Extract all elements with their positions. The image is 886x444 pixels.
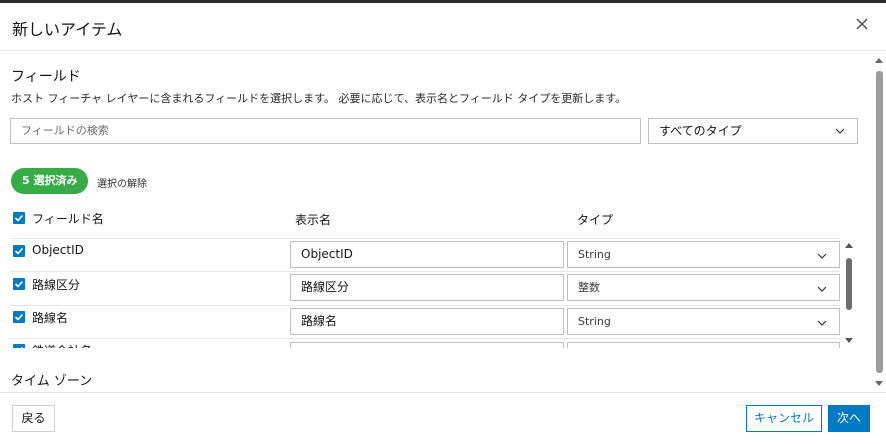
selected-count-badge[interactable]: 5 選択済み xyxy=(11,168,89,194)
type-filter-select[interactable]: すべてのタイプ xyxy=(648,118,858,144)
table-scrollbar-thumb[interactable] xyxy=(846,258,852,310)
field-type-value: String xyxy=(578,248,611,261)
column-header-display-name: 表示名 xyxy=(295,213,332,227)
fields-section-title: フィールド xyxy=(11,69,81,85)
check-icon xyxy=(14,247,24,255)
chevron-down-icon xyxy=(817,286,827,292)
row-divider xyxy=(10,305,840,306)
close-icon[interactable] xyxy=(854,16,870,32)
type-filter-value: すべてのタイプ xyxy=(659,124,742,138)
field-type-value: String xyxy=(578,315,611,328)
back-button[interactable]: 戻る xyxy=(12,405,55,432)
timezone-section-title: タイム ゾーン xyxy=(11,374,93,389)
dialog-title: 新しいアイテム xyxy=(12,20,123,39)
table-clip-mask xyxy=(0,348,842,392)
clear-selection-link[interactable]: 選択の解除 xyxy=(97,175,147,190)
row-field-name: ObjectID xyxy=(32,243,84,257)
scroll-down-icon[interactable] xyxy=(845,338,853,344)
scroll-up-icon[interactable] xyxy=(875,57,883,63)
table-scrollbar[interactable] xyxy=(843,242,855,344)
field-search-input[interactable]: フィールドの検索 xyxy=(10,118,641,144)
cancel-button[interactable]: キャンセル xyxy=(746,405,822,432)
check-icon xyxy=(14,214,24,222)
row-divider xyxy=(10,238,840,239)
display-name-input[interactable]: ObjectID xyxy=(290,241,564,268)
row-checkbox[interactable] xyxy=(13,278,25,290)
select-all-checkbox[interactable] xyxy=(13,212,25,224)
display-name-input[interactable]: 路線名 xyxy=(290,308,564,335)
column-header-type: タイプ xyxy=(577,213,614,227)
dialog-scrollbar-thumb[interactable] xyxy=(876,71,883,373)
display-name-input[interactable]: 路線区分 xyxy=(290,274,564,301)
row-field-name: 路線区分 xyxy=(32,278,81,292)
row-field-name: 路線名 xyxy=(32,311,69,325)
check-icon xyxy=(14,280,24,288)
next-button[interactable]: 次へ xyxy=(828,405,870,432)
chevron-down-icon xyxy=(817,253,827,259)
column-header-field-name[interactable]: フィールド名 xyxy=(32,210,104,227)
scroll-up-icon[interactable] xyxy=(845,242,853,248)
field-type-select[interactable]: String xyxy=(567,241,840,268)
chevron-down-icon xyxy=(835,128,845,134)
chevron-down-icon xyxy=(817,320,827,326)
dialog-footer: 戻る キャンセル 次へ xyxy=(0,392,886,444)
row-checkbox[interactable] xyxy=(13,245,25,257)
row-checkbox[interactable] xyxy=(13,311,25,323)
field-type-select[interactable]: String xyxy=(567,308,840,335)
fields-section-description: ホスト フィーチャ レイヤーに含まれるフィールドを選択します。 必要に応じて、表… xyxy=(11,92,627,105)
dialog-header: 新しいアイテム xyxy=(0,3,886,51)
dialog-scrollbar[interactable] xyxy=(872,55,886,391)
check-icon xyxy=(14,313,24,321)
new-item-dialog: 新しいアイテム フィールド ホスト フィーチャ レイヤーに含まれるフィールドを選… xyxy=(0,3,886,444)
field-type-value: 整数 xyxy=(578,281,600,294)
scroll-down-icon[interactable] xyxy=(875,381,883,387)
dialog-body: フィールド ホスト フィーチャ レイヤーに含まれるフィールドを選択します。 必要… xyxy=(0,52,870,392)
row-divider xyxy=(10,271,840,272)
row-divider xyxy=(10,338,840,339)
field-type-select[interactable]: 整数 xyxy=(567,274,840,301)
